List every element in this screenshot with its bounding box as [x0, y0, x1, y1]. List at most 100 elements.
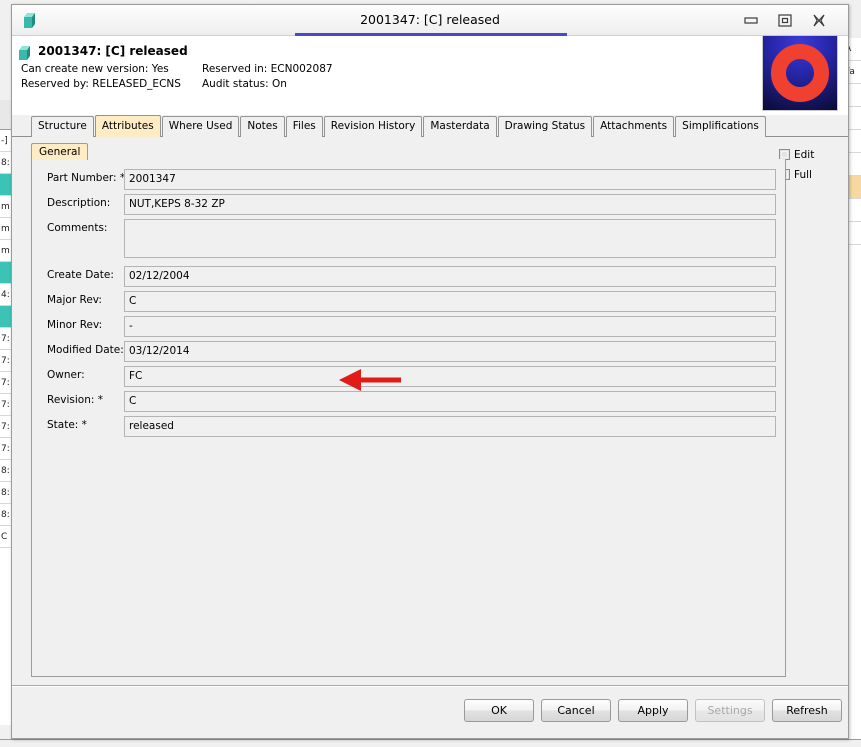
checkbox-edit[interactable]: Edit [779, 145, 841, 165]
field-row-comments: Comments: [32, 219, 785, 266]
field-label-modified-date: Modified Date: [47, 344, 124, 356]
tab-attributes[interactable]: Attributes [94, 115, 161, 137]
field-value-major-rev[interactable]: C [124, 291, 776, 312]
tab-files[interactable]: Files [285, 116, 323, 137]
field-value-owner[interactable]: FC [124, 366, 776, 387]
tab-attachments[interactable]: Attachments [593, 116, 675, 137]
tab-structure[interactable]: Structure [31, 116, 94, 137]
field-row-owner: Owner: FC [32, 366, 785, 391]
dialog-title: 2001347: [C] released [360, 12, 500, 27]
background-list-item[interactable]: 7: [0, 328, 11, 350]
tab-bar: Structure Attributes Where Used Notes Files R… [12, 115, 848, 158]
field-row-create-date: Create Date: 02/12/2004 [32, 266, 785, 291]
attributes-form: Part Number: * 2001347 Description: NUT,KEP… [32, 169, 785, 441]
tab-label: Simplifications [682, 120, 759, 132]
background-list-item[interactable] [0, 174, 11, 196]
tab-revision-history[interactable]: Revision History [323, 116, 423, 137]
reserved-in-label: Reserved in: ECN002087 [202, 63, 333, 75]
apply-button[interactable]: Apply [618, 699, 688, 722]
background-list-item[interactable]: m [0, 240, 11, 262]
general-attributes-panel: Part Number: * 2001347 Description: NUT,KEP… [31, 159, 786, 677]
field-value-state[interactable]: released [124, 416, 776, 437]
maximize-icon[interactable] [772, 11, 798, 31]
field-row-modified-date: Modified Date: 03/12/2014 [32, 341, 785, 366]
checkbox-edit-label: Edit [794, 149, 815, 161]
background-list-item[interactable]: 8: [0, 482, 11, 504]
part-attributes-dialog: 2001347: [C] released 2001347: [C] relea… [11, 4, 849, 739]
tab-label: Attributes [101, 120, 154, 132]
audit-status-label: Audit status: On [202, 78, 287, 90]
tab-label: Structure [38, 120, 87, 132]
background-list-item[interactable]: 7: [0, 416, 11, 438]
background-list-item[interactable]: m [0, 218, 11, 240]
field-row-part-number: Part Number: * 2001347 [32, 169, 785, 194]
tab-label: Attachments [600, 120, 668, 132]
field-label-revision: Revision: * [47, 394, 104, 406]
field-row-major-rev: Major Rev: C [32, 291, 785, 316]
tab-content-attributes: Edit Full General Part Number: * 2001347 D… [12, 137, 848, 685]
checkbox-full[interactable]: Full [779, 165, 841, 185]
tab-label: Revision History [330, 120, 416, 132]
field-label-description: Description: [47, 197, 111, 209]
field-label-minor-rev: Minor Rev: [47, 319, 103, 331]
field-label-major-rev: Major Rev: [47, 294, 102, 306]
background-list-item[interactable]: C [0, 526, 11, 548]
tab-label: Drawing Status [504, 120, 586, 132]
field-value-comments[interactable] [124, 219, 776, 258]
tab-label: Where Used [168, 120, 233, 132]
background-list-item[interactable]: 8: [0, 460, 11, 482]
tab-label: Masterdata [430, 120, 490, 132]
background-list-item[interactable]: 7: [0, 394, 11, 416]
field-label-state: State: * [47, 419, 87, 431]
refresh-button[interactable]: Refresh [772, 699, 842, 722]
background-list-item[interactable]: 8: [0, 504, 11, 526]
reserved-by-label: Reserved by: RELEASED_ECNS [21, 78, 181, 90]
field-value-part-number[interactable]: 2001347 [124, 169, 776, 190]
background-list-item[interactable]: 7: [0, 350, 11, 372]
background-list-item[interactable]: -] [0, 130, 11, 152]
field-row-description: Description: NUT,KEPS 8-32 ZP [32, 194, 785, 219]
tab-general[interactable]: General [31, 143, 89, 160]
tab-label: Files [292, 120, 316, 132]
background-list-item[interactable]: 7: [0, 438, 11, 460]
field-label-owner: Owner: [47, 369, 85, 381]
tab-notes[interactable]: Notes [240, 116, 285, 137]
field-value-revision[interactable]: C [124, 391, 776, 412]
background-status-strip [0, 739, 861, 747]
field-label-create-date: Create Date: [47, 269, 114, 281]
background-list-item[interactable]: 7: [0, 372, 11, 394]
dialog-header: 2001347: [C] released Can create new ver… [12, 35, 848, 115]
tab-drawing-status[interactable]: Drawing Status [497, 116, 593, 137]
tab-masterdata[interactable]: Masterdata [423, 116, 497, 137]
field-value-modified-date[interactable]: 03/12/2014 [124, 341, 776, 362]
dialog-titlebar: 2001347: [C] released [12, 5, 848, 36]
background-list-item[interactable]: 8: [0, 152, 11, 174]
cube-icon [19, 46, 33, 61]
part-preview-thumbnail[interactable] [762, 35, 838, 111]
field-value-minor-rev[interactable]: - [124, 316, 776, 337]
tab-label: Notes [247, 120, 278, 132]
field-row-state: State: * released [32, 416, 785, 441]
background-list-item[interactable]: m [0, 196, 11, 218]
checkbox-full-label: Full [794, 169, 812, 181]
tab-simplifications[interactable]: Simplifications [675, 116, 766, 137]
field-value-description[interactable]: NUT,KEPS 8-32 ZP [124, 194, 776, 215]
torus-shape [771, 44, 829, 102]
cancel-button[interactable]: Cancel [541, 699, 611, 722]
can-create-new-version-label: Can create new version: Yes [21, 63, 169, 75]
field-label-comments: Comments: [47, 222, 108, 234]
background-list-item[interactable]: 4: [0, 284, 11, 306]
part-title: 2001347: [C] released [38, 44, 188, 58]
background-list-item[interactable] [0, 306, 11, 328]
field-label-part-number: Part Number: * [47, 172, 126, 184]
permissions-group: Edit Full [779, 145, 841, 185]
minimize-icon[interactable] [738, 11, 764, 31]
field-row-revision: Revision: * C [32, 391, 785, 416]
close-icon[interactable] [806, 11, 832, 31]
background-list-item[interactable] [0, 262, 11, 284]
dialog-button-bar: OK Cancel Apply Settings Refresh [12, 685, 848, 736]
field-row-minor-rev: Minor Rev: - [32, 316, 785, 341]
field-value-create-date[interactable]: 02/12/2004 [124, 266, 776, 287]
tab-where-used[interactable]: Where Used [161, 116, 240, 137]
ok-button[interactable]: OK [464, 699, 534, 722]
